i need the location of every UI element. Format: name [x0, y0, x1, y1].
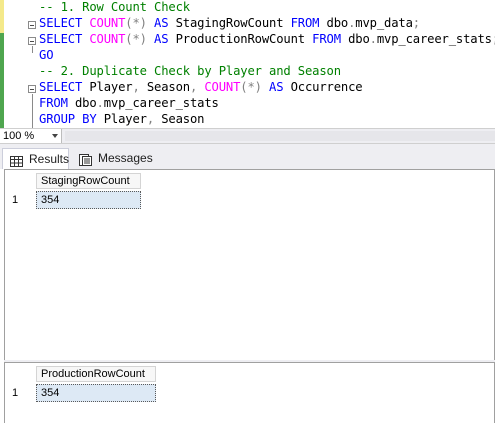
- tab-messages[interactable]: Messages: [72, 148, 153, 169]
- sql-editor[interactable]: -- 1. Row Count Check SELECT COUNT(*) AS…: [0, 0, 495, 128]
- code-token: dbo: [326, 16, 349, 30]
- tab-messages-label: Messages: [98, 151, 153, 165]
- code-token: ,: [189, 80, 205, 94]
- code-token: .: [369, 32, 377, 46]
- code-token: SELECT: [39, 80, 90, 94]
- code-token: AS: [261, 80, 291, 94]
- code-token: GO: [39, 48, 54, 62]
- change-marker-unsaved: [0, 0, 4, 33]
- code-token: SELECT: [39, 32, 90, 46]
- code-token: mvp_data: [355, 16, 413, 30]
- code-token: ProductionRowCount: [175, 32, 313, 46]
- zoom-value: 100 %: [3, 130, 35, 142]
- code-token: mvp_career_stats: [376, 32, 492, 46]
- code-token: GROUP BY: [39, 112, 104, 126]
- change-marker-saved: [0, 33, 4, 128]
- results-tabs: Results Messages: [0, 144, 495, 169]
- code-token: ;: [412, 16, 420, 30]
- code-token: FROM: [39, 96, 75, 110]
- code-token: COUNT: [204, 80, 241, 94]
- code-token: AS: [146, 16, 176, 30]
- code-token: mvp_career_stats: [103, 96, 219, 110]
- column-header[interactable]: StagingRowCount: [36, 173, 141, 189]
- row-number[interactable]: 1: [12, 193, 18, 207]
- grid-cell-selected[interactable]: 354: [36, 384, 156, 402]
- code-token: -- 2. Duplicate Check by Player and Seas…: [39, 64, 341, 78]
- result-grid-staging[interactable]: StagingRowCount 1 354: [4, 169, 495, 362]
- result-grid-production[interactable]: ProductionRowCount 1 354: [4, 362, 495, 423]
- collapse-toggle-icon[interactable]: [28, 37, 36, 45]
- row-number[interactable]: 1: [12, 386, 18, 400]
- code-line[interactable]: -- 2. Duplicate Check by Player and Seas…: [39, 63, 341, 79]
- horizontal-scrollbar[interactable]: [65, 131, 495, 141]
- column-header[interactable]: ProductionRowCount: [36, 366, 156, 382]
- code-token: (*): [240, 80, 262, 94]
- code-token: dbo: [348, 32, 370, 46]
- code-token: Season: [146, 80, 190, 94]
- collapse-toggle-icon[interactable]: [28, 21, 36, 29]
- code-token: COUNT: [89, 32, 126, 46]
- chevron-down-icon[interactable]: [52, 134, 58, 138]
- code-line[interactable]: SELECT COUNT(*) AS ProductionRowCount FR…: [39, 31, 495, 47]
- zoom-dropdown[interactable]: 100 %: [0, 129, 62, 143]
- tab-results[interactable]: Results: [2, 148, 69, 169]
- code-token: StagingRowCount: [175, 16, 291, 30]
- grid-cell-selected[interactable]: 354: [36, 191, 141, 209]
- code-token: COUNT: [89, 16, 126, 30]
- code-token: AS: [146, 32, 176, 46]
- collapse-toggle-icon[interactable]: [28, 85, 36, 93]
- code-line[interactable]: SELECT COUNT(*) AS StagingRowCount FROM …: [39, 15, 420, 31]
- code-line[interactable]: GROUP BY Player, Season: [39, 111, 204, 127]
- code-token: (*): [125, 32, 147, 46]
- outline-line: [32, 94, 33, 128]
- code-token: SELECT: [39, 16, 90, 30]
- outline-line: [32, 46, 33, 53]
- code-token: FROM: [312, 32, 349, 46]
- code-line[interactable]: -- 1. Row Count Check: [39, 0, 190, 15]
- code-line[interactable]: GO: [39, 47, 54, 63]
- code-token: (*): [125, 16, 147, 30]
- editor-status-strip: 100 %: [0, 128, 495, 144]
- code-token: -- 1. Row Count Check: [39, 0, 190, 14]
- code-token: Player: [89, 80, 133, 94]
- code-token: ,: [146, 112, 162, 126]
- code-token: Season: [161, 112, 205, 126]
- code-token: dbo: [74, 96, 97, 110]
- code-token: Player: [103, 112, 147, 126]
- code-token: FROM: [290, 16, 327, 30]
- code-token: .: [96, 96, 104, 110]
- code-token: Occurrence: [290, 80, 363, 94]
- code-line[interactable]: SELECT Player, Season, COUNT(*) AS Occur…: [39, 79, 363, 95]
- code-line[interactable]: FROM dbo.mvp_career_stats: [39, 95, 219, 111]
- code-token: ,: [132, 80, 147, 94]
- tab-results-label: Results: [29, 152, 70, 166]
